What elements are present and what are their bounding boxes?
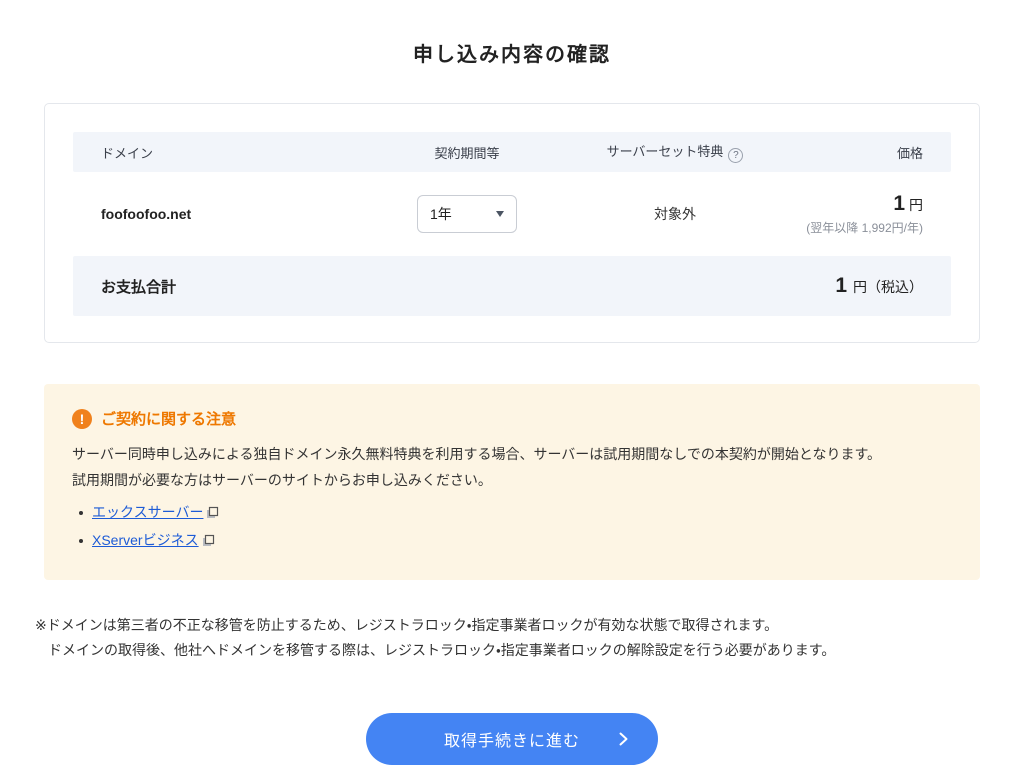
- alert-icon: !: [72, 409, 92, 429]
- external-link-icon: [202, 534, 215, 550]
- notice-line: サーバー同時申し込みによる独自ドメイン永久無料特典を利用する場合、サーバーは試用…: [72, 442, 952, 468]
- server-benefit-value: 対象外: [567, 204, 783, 224]
- link-xserver-business[interactable]: XServerビジネス: [92, 532, 199, 548]
- table-row: foofoofoo.net 1年 対象外 1 円 (翌年以降 1,992円/年): [73, 172, 951, 256]
- period-select-value: 1年: [430, 204, 452, 224]
- proceed-button[interactable]: 取得手続きに進む: [366, 713, 658, 765]
- notice-body: サーバー同時申し込みによる独自ドメイン永久無料特典を利用する場合、サーバーは試用…: [72, 442, 952, 494]
- price-amount: 1: [893, 192, 905, 215]
- price-unit: 円: [909, 197, 923, 213]
- price-cell: 1 円 (翌年以降 1,992円/年): [783, 192, 923, 236]
- footnote-line-2: ドメインの取得後、他社へドメインを移管する際は、レジストラロック・指定事業者ロッ…: [35, 638, 980, 664]
- contract-notice-box: ! ご契約に関する注意 サーバー同時申し込みによる独自ドメイン永久無料特典を利用…: [44, 384, 980, 580]
- notice-title: ご契約に関する注意: [101, 408, 236, 429]
- external-link-icon: [206, 506, 219, 522]
- server-links-list: エックスサーバー XServerビジネス: [72, 500, 952, 556]
- order-summary-card: ドメイン 契約期間等 サーバーセット特典? 価格 foofoofoo.net 1…: [44, 103, 980, 343]
- period-select[interactable]: 1年: [417, 195, 517, 233]
- total-value: 1 円（税込）: [835, 274, 923, 298]
- header-price: 価格: [783, 143, 923, 162]
- header-domain: ドメイン: [101, 143, 367, 162]
- chevron-right-icon: [619, 732, 628, 746]
- total-label: お支払合計: [101, 276, 176, 297]
- list-item: エックスサーバー: [72, 500, 952, 528]
- header-period: 契約期間等: [367, 143, 567, 162]
- link-xserver[interactable]: エックスサーバー: [92, 504, 203, 520]
- footnote-line-1: ※ドメインは第三者の不正な移管を防止するため、レジストラロック・指定事業者ロック…: [35, 613, 980, 639]
- header-server-benefit: サーバーセット特典?: [567, 141, 783, 163]
- total-amount: 1: [835, 274, 847, 297]
- list-item: XServerビジネス: [72, 528, 952, 556]
- registrar-lock-footnote: ※ドメインは第三者の不正な移管を防止するため、レジストラロック・指定事業者ロック…: [35, 613, 980, 665]
- domain-name: foofoofoo.net: [101, 206, 367, 222]
- chevron-down-icon: [496, 211, 504, 217]
- order-table-header: ドメイン 契約期間等 サーバーセット特典? 価格: [73, 132, 951, 172]
- total-row: お支払合計 1 円（税込）: [73, 256, 951, 316]
- page-title: 申し込み内容の確認: [0, 38, 1024, 67]
- help-icon[interactable]: ?: [728, 148, 743, 163]
- price-renewal-note: (翌年以降 1,992円/年): [783, 219, 923, 236]
- notice-line: 試用期間が必要な方はサーバーのサイトからお申し込みください。: [72, 468, 952, 494]
- total-unit: 円（税込）: [853, 279, 923, 295]
- proceed-button-label: 取得手続きに進む: [444, 727, 580, 751]
